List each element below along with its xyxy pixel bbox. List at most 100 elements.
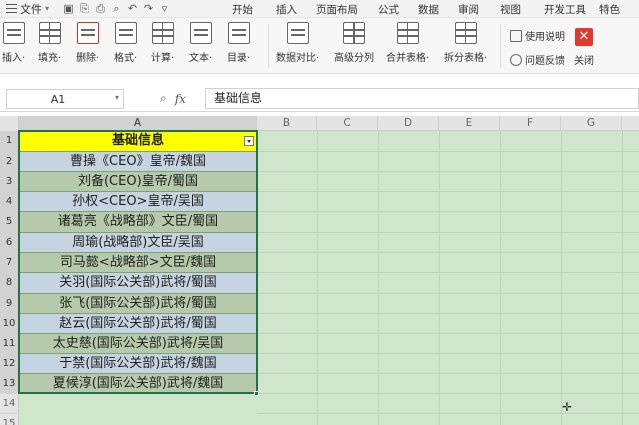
quick-access-toolbar: ▣ ⎘ ⎙ ⌕ ↶ ↷ ▿ <box>62 2 171 16</box>
column-header-g[interactable]: G <box>561 116 622 131</box>
row-header[interactable]: 11 <box>0 334 19 354</box>
row-header[interactable]: 14 <box>0 394 19 414</box>
row-header[interactable]: 5 <box>0 212 19 233</box>
row-header[interactable]: 3 <box>0 172 19 192</box>
insert-icon <box>2 22 25 44</box>
tab-insert[interactable]: 插入 <box>276 2 316 17</box>
advanced-split-button[interactable]: 高级分列 <box>334 22 374 64</box>
column-header-f[interactable]: F <box>500 116 561 131</box>
table-cell[interactable]: 刘备(CEO)皇帝/蜀国 <box>19 172 257 192</box>
gridline <box>561 131 562 425</box>
header-cell[interactable]: 基础信息 <box>19 131 257 152</box>
tab-home[interactable]: 开始 <box>232 2 276 17</box>
filter-dropdown-icon[interactable] <box>244 136 254 146</box>
tab-page-layout[interactable]: 页面布局 <box>316 2 378 17</box>
calculate-button[interactable]: 计算· <box>151 22 174 64</box>
column-header-c[interactable]: C <box>317 116 378 131</box>
formula-input[interactable]: 基础信息 <box>205 88 639 109</box>
cross-cursor-icon: ✛ <box>562 400 573 414</box>
feedback-button[interactable]: 问题反馈 <box>510 52 565 67</box>
gridline <box>317 131 318 425</box>
column-header-b[interactable]: B <box>257 116 317 131</box>
table-cell[interactable]: 曹操《CEO》皇帝/魏国 <box>19 152 257 172</box>
close-icon[interactable]: ✕ <box>575 28 593 46</box>
name-box[interactable]: A1 ▾ <box>6 89 124 109</box>
gridline <box>257 353 639 354</box>
tab-view[interactable]: 视图 <box>500 2 544 17</box>
text-icon <box>189 22 212 44</box>
split-tables-icon <box>454 22 477 44</box>
fill-button[interactable]: 填充· <box>38 22 61 64</box>
row-header[interactable]: 13 <box>0 374 19 394</box>
table-cell[interactable]: 周瑜(战略部)文臣/吴国 <box>19 233 257 253</box>
document-icon <box>510 29 522 42</box>
gridline <box>257 252 639 253</box>
zoom-icon[interactable]: ⌕ <box>160 91 167 106</box>
file-menu[interactable]: 文件 ▾ <box>0 1 62 17</box>
advanced-split-icon <box>343 22 365 44</box>
delete-button[interactable]: 删除· <box>76 22 99 64</box>
row-header[interactable]: 12 <box>0 354 19 374</box>
select-all-corner[interactable] <box>0 116 19 131</box>
toc-button[interactable]: 目录· <box>227 22 250 64</box>
row-header[interactable]: 1 <box>0 131 19 152</box>
insert-button[interactable]: 插入· <box>2 22 25 64</box>
worksheet[interactable]: A B C D E F G 1 2 3 4 5 6 7 8 9 10 11 12… <box>0 116 639 425</box>
split-tables-button[interactable]: 拆分表格· <box>444 22 487 64</box>
column-header-a[interactable]: A <box>19 116 257 131</box>
gridline <box>257 151 639 152</box>
save-icon[interactable]: ▣ <box>62 2 75 15</box>
chevron-down-icon: ▾ <box>45 4 50 13</box>
help-button[interactable]: 使用说明 <box>510 28 565 43</box>
print-icon[interactable]: ⎙ <box>94 2 107 16</box>
format-button[interactable]: 格式· <box>114 22 137 64</box>
fill-handle[interactable] <box>254 391 259 396</box>
row-header[interactable]: 9 <box>0 294 19 314</box>
gridline <box>257 171 639 172</box>
gridline <box>500 131 501 425</box>
tab-formulas[interactable]: 公式 <box>378 2 418 17</box>
share-icon[interactable]: ⎘ <box>78 2 91 16</box>
merge-tables-icon <box>396 22 419 44</box>
table-cell[interactable]: 孙权<CEO>皇帝/吴国 <box>19 192 257 212</box>
row-header[interactable]: 4 <box>0 192 19 212</box>
close-button[interactable]: 关闭 <box>574 52 594 67</box>
table-cell[interactable]: 张飞(国际公关部)武将/蜀国 <box>19 294 257 314</box>
column-header-e[interactable]: E <box>439 116 500 131</box>
gridline <box>257 313 639 314</box>
fx-icon[interactable]: fx <box>175 92 186 106</box>
table-cell[interactable]: 诸葛亮《战略部》文臣/蜀国 <box>19 212 257 233</box>
data-compare-button[interactable]: 数据对比· <box>276 22 319 64</box>
header-cell-text: 基础信息 <box>111 133 164 148</box>
row-header[interactable]: 15 <box>0 414 19 425</box>
column-header-bar: A B C D E F G <box>0 116 639 131</box>
question-icon <box>510 53 522 66</box>
column-header-d[interactable]: D <box>378 116 439 131</box>
tab-review[interactable]: 审阅 <box>458 2 500 17</box>
table-cell[interactable]: 于禁(国际公关部)武将/魏国 <box>19 354 257 374</box>
customize-icon[interactable]: ▿ <box>158 2 171 15</box>
tab-developer[interactable]: 开发工具 <box>544 2 599 17</box>
file-menu-label: 文件 <box>20 2 42 16</box>
text-button[interactable]: 文本· <box>189 22 212 64</box>
table-cell[interactable]: 关羽(国际公关部)武将/蜀国 <box>19 273 257 294</box>
table-cell[interactable]: 赵云(国际公关部)武将/蜀国 <box>19 314 257 334</box>
undo-icon[interactable]: ↶ <box>126 2 139 15</box>
row-header[interactable]: 6 <box>0 233 19 253</box>
table-cell[interactable]: 夏候淳(国际公关部)武将/魏国 <box>19 374 257 394</box>
tab-special[interactable]: 特色 <box>599 2 620 17</box>
row-header[interactable]: 10 <box>0 314 19 334</box>
tab-data[interactable]: 数据 <box>418 2 458 17</box>
table-cell[interactable]: 司马懿<战略部>文臣/魏国 <box>19 253 257 273</box>
table-cell[interactable]: 太史慈(国际公关部)武将/吴国 <box>19 334 257 354</box>
redo-icon[interactable]: ↷ <box>142 2 155 15</box>
formula-icons: ⌕ fx <box>160 91 186 106</box>
merge-tables-button[interactable]: 合并表格· <box>386 22 429 64</box>
ribbon-separator <box>268 24 269 68</box>
row-header[interactable]: 8 <box>0 273 19 294</box>
ribbon-tabs: 开始 插入 页面布局 公式 数据 审阅 视图 开发工具 特色 <box>232 0 620 18</box>
print-preview-icon[interactable]: ⌕ <box>110 2 123 16</box>
chevron-down-icon: ▾ <box>114 93 119 102</box>
row-header[interactable]: 7 <box>0 253 19 273</box>
row-header[interactable]: 2 <box>0 152 19 172</box>
